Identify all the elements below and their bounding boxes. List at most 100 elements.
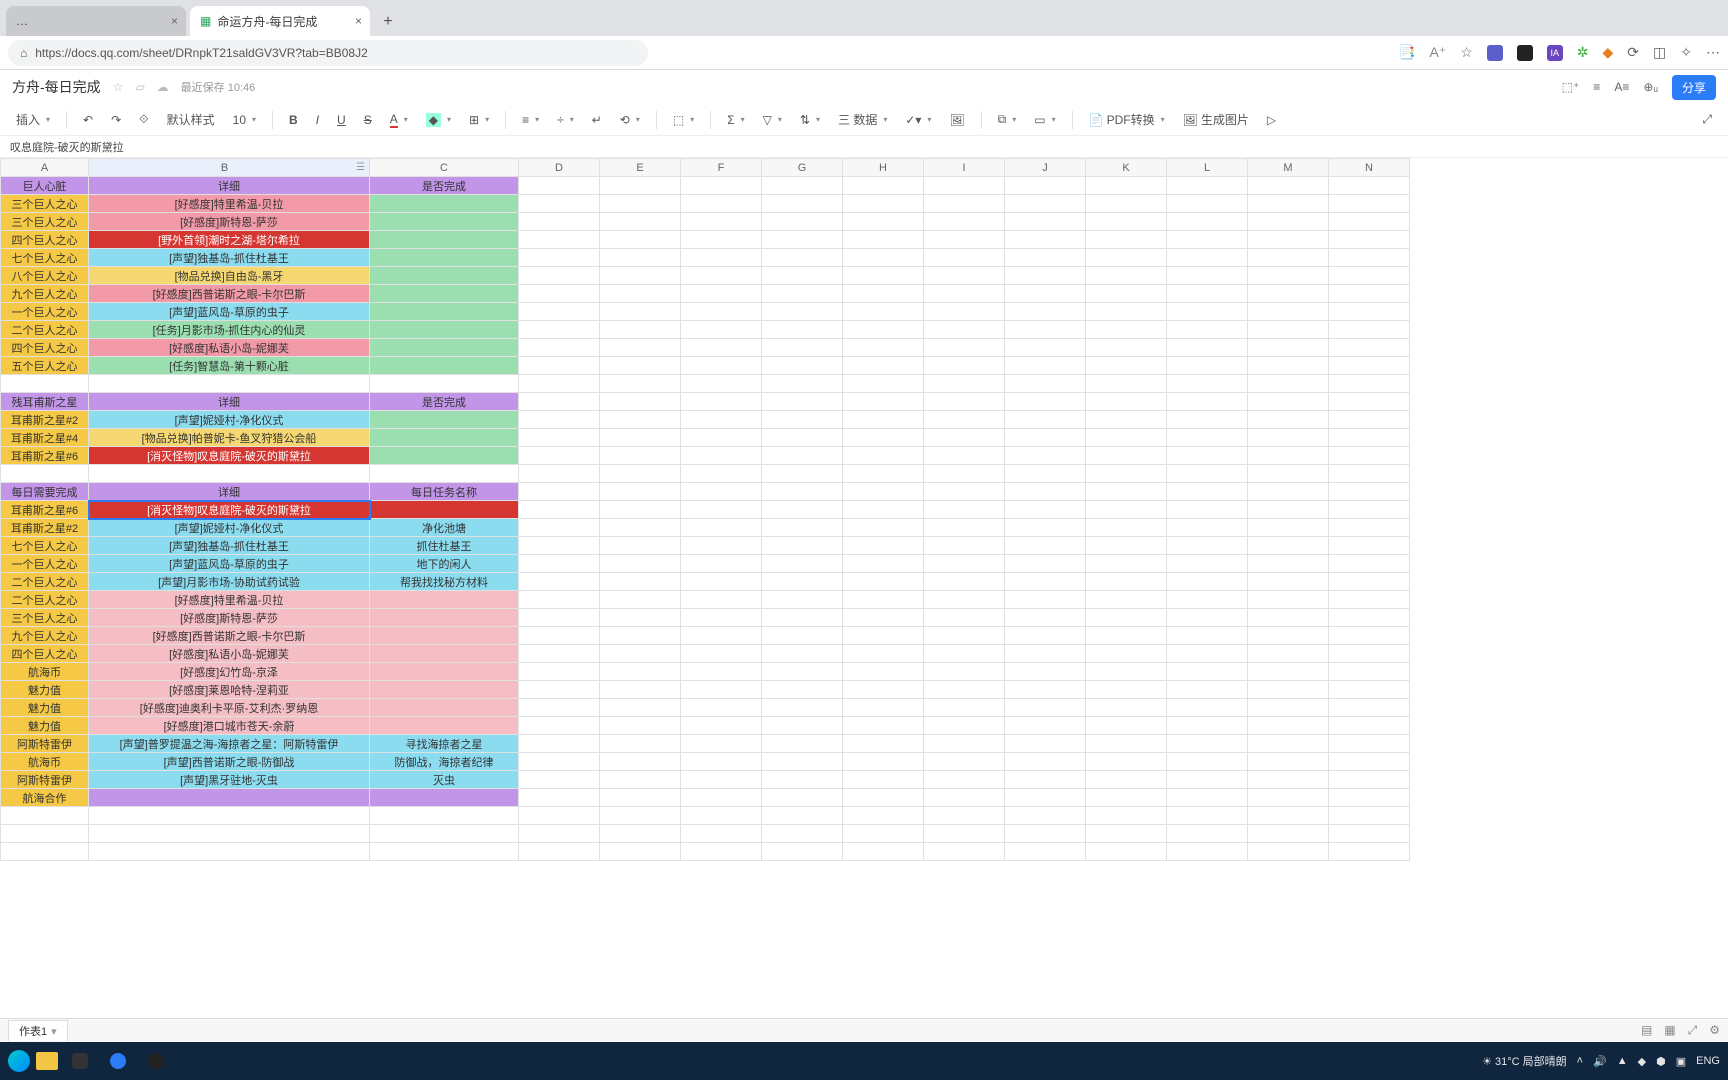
- cell[interactable]: [1329, 321, 1410, 339]
- cell[interactable]: [1329, 429, 1410, 447]
- cell[interactable]: [1248, 195, 1329, 213]
- cell[interactable]: [924, 735, 1005, 753]
- split-icon[interactable]: ◫: [1653, 44, 1666, 61]
- cell[interactable]: [1167, 645, 1248, 663]
- cell[interactable]: [1167, 411, 1248, 429]
- cell[interactable]: [762, 231, 843, 249]
- cell[interactable]: [1167, 681, 1248, 699]
- cell[interactable]: [600, 447, 681, 465]
- cell[interactable]: [1248, 555, 1329, 573]
- cell[interactable]: 耳甫斯之星#4: [1, 429, 89, 447]
- cell[interactable]: [924, 645, 1005, 663]
- cell[interactable]: [1167, 249, 1248, 267]
- cell[interactable]: [519, 645, 600, 663]
- cell[interactable]: [924, 501, 1005, 519]
- cell[interactable]: [1248, 303, 1329, 321]
- cell[interactable]: [843, 177, 924, 195]
- cell[interactable]: [1005, 627, 1086, 645]
- cell[interactable]: [1086, 267, 1167, 285]
- validation-button[interactable]: ✓▾: [899, 111, 937, 129]
- app-icon[interactable]: [64, 1047, 96, 1075]
- cell[interactable]: [519, 663, 600, 681]
- close-icon[interactable]: ×: [355, 14, 362, 28]
- cell[interactable]: [1086, 699, 1167, 717]
- cell[interactable]: [519, 447, 600, 465]
- cell[interactable]: [1005, 663, 1086, 681]
- cell[interactable]: [1005, 267, 1086, 285]
- new-tab-button[interactable]: +: [374, 8, 402, 36]
- cell[interactable]: [1248, 699, 1329, 717]
- cell[interactable]: [519, 627, 600, 645]
- cell[interactable]: [1329, 573, 1410, 591]
- valign-button[interactable]: ÷: [551, 111, 580, 129]
- cell[interactable]: [1248, 681, 1329, 699]
- cell[interactable]: 航海合作: [1, 789, 89, 807]
- cell[interactable]: [681, 447, 762, 465]
- spreadsheet-grid[interactable]: AB☰CDEFGHIJKLMN 巨人心脏详细是否完成三个巨人之心[好感度]特里希…: [0, 158, 1728, 1018]
- cell[interactable]: [519, 465, 600, 483]
- cell[interactable]: [681, 339, 762, 357]
- cell[interactable]: [1329, 177, 1410, 195]
- cell[interactable]: [1086, 483, 1167, 501]
- cell[interactable]: [1005, 339, 1086, 357]
- cell[interactable]: [1167, 555, 1248, 573]
- cell[interactable]: [1248, 609, 1329, 627]
- cell[interactable]: [89, 843, 370, 861]
- cell[interactable]: [1248, 537, 1329, 555]
- cell[interactable]: [600, 357, 681, 375]
- cell[interactable]: [762, 483, 843, 501]
- cell[interactable]: [843, 681, 924, 699]
- filter-icon[interactable]: ☰: [356, 162, 365, 173]
- cell[interactable]: [1086, 843, 1167, 861]
- cell[interactable]: [843, 645, 924, 663]
- cell[interactable]: 每日需要完成: [1, 483, 89, 501]
- cell[interactable]: [1005, 591, 1086, 609]
- cell[interactable]: [762, 735, 843, 753]
- expand-icon[interactable]: ⤢: [1696, 110, 1718, 129]
- cell[interactable]: [1167, 465, 1248, 483]
- cell[interactable]: 航海币: [1, 753, 89, 771]
- column-header[interactable]: F: [681, 159, 762, 177]
- cell[interactable]: [370, 321, 519, 339]
- cell[interactable]: [762, 843, 843, 861]
- cell[interactable]: [600, 753, 681, 771]
- cell[interactable]: [519, 843, 600, 861]
- cell[interactable]: [600, 645, 681, 663]
- cell[interactable]: [762, 645, 843, 663]
- image-button[interactable]: 🖼: [943, 111, 970, 129]
- explorer-icon[interactable]: [36, 1052, 58, 1070]
- cell[interactable]: [924, 699, 1005, 717]
- cell[interactable]: [924, 195, 1005, 213]
- cell[interactable]: [843, 735, 924, 753]
- cell[interactable]: [声望]妮娅村-净化仪式: [89, 411, 370, 429]
- cell[interactable]: 一个巨人之心: [1, 303, 89, 321]
- tray-icon[interactable]: ▣: [1676, 1055, 1686, 1068]
- cell[interactable]: 灭虫: [370, 771, 519, 789]
- cell[interactable]: [843, 591, 924, 609]
- merge-button[interactable]: ⬚: [667, 111, 700, 129]
- cell[interactable]: [声望]蓝风岛-草原的虫子: [89, 555, 370, 573]
- edge-icon[interactable]: [8, 1050, 30, 1072]
- cell[interactable]: [1167, 627, 1248, 645]
- cell[interactable]: [600, 663, 681, 681]
- cell[interactable]: [1167, 735, 1248, 753]
- cell[interactable]: [600, 519, 681, 537]
- undo-button[interactable]: ↶: [77, 111, 99, 129]
- cell[interactable]: [1167, 483, 1248, 501]
- cell[interactable]: [762, 627, 843, 645]
- weather-widget[interactable]: ☀ 31°C 局部晴朗: [1482, 1053, 1567, 1069]
- cell[interactable]: [681, 411, 762, 429]
- cell[interactable]: [924, 231, 1005, 249]
- cell[interactable]: [370, 375, 519, 393]
- cell[interactable]: [1329, 285, 1410, 303]
- cell[interactable]: [519, 249, 600, 267]
- cell[interactable]: [519, 591, 600, 609]
- cell[interactable]: [1005, 231, 1086, 249]
- cell[interactable]: [762, 303, 843, 321]
- cell[interactable]: [1248, 285, 1329, 303]
- redo-button[interactable]: ↷: [105, 111, 127, 129]
- language-indicator[interactable]: ENG: [1696, 1055, 1720, 1067]
- cell[interactable]: [600, 573, 681, 591]
- cell[interactable]: [681, 627, 762, 645]
- cell[interactable]: [600, 627, 681, 645]
